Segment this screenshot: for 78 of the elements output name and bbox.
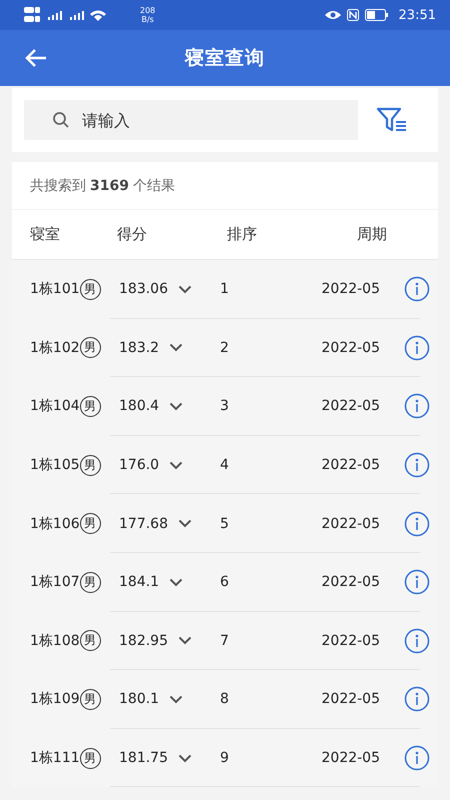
battery-icon — [364, 9, 389, 21]
period-value: 2022-05 — [320, 398, 380, 414]
chevron-down-icon[interactable] — [169, 343, 184, 352]
column-header: 周期 — [356, 225, 387, 244]
room-number: 1栋101 — [30, 280, 80, 298]
column-header: 得分 — [116, 225, 148, 244]
gender-badge: 男 — [80, 454, 101, 476]
period-value: 2022-05 — [320, 750, 380, 766]
gender-badge: 男 — [80, 337, 101, 358]
column-header: 寝室 — [29, 225, 61, 244]
info-icon[interactable] — [404, 334, 430, 361]
gender-badge: 男 — [80, 572, 101, 593]
score-value: 184.1 — [119, 574, 160, 590]
eye-icon — [324, 10, 341, 20]
info-icon[interactable] — [404, 393, 430, 420]
room-number: 1栋107 — [30, 573, 80, 592]
info-icon[interactable] — [404, 510, 430, 537]
rank-value: 8 — [219, 691, 230, 708]
rank-value: 1 — [219, 281, 230, 298]
room-number: 1栋106 — [30, 514, 80, 533]
chevron-down-icon[interactable] — [169, 402, 184, 411]
rank-value: 5 — [219, 516, 230, 532]
room-number: 1栋109 — [30, 690, 80, 708]
result-count: 共搜索到 3169 个结果 — [12, 162, 438, 209]
period-value: 2022-05 — [320, 574, 380, 590]
gender-badge: 男 — [80, 688, 101, 710]
score-value: 181.75 — [119, 750, 168, 766]
chevron-down-icon[interactable] — [178, 519, 192, 528]
back-arrow-icon[interactable] — [24, 48, 48, 68]
info-icon[interactable] — [404, 745, 430, 772]
rank-value: 3 — [219, 398, 230, 414]
score-value: 180.4 — [119, 398, 160, 414]
score-value: 177.68 — [119, 516, 168, 532]
info-icon[interactable] — [404, 452, 430, 478]
score-value: 182.95 — [119, 632, 168, 649]
search-icon — [52, 111, 70, 129]
chevron-down-icon[interactable] — [169, 460, 184, 470]
score-value: 183.2 — [119, 340, 160, 356]
room-number: 1栋102 — [30, 338, 80, 357]
chevron-down-icon[interactable] — [178, 284, 192, 294]
gender-badge: 男 — [80, 278, 101, 300]
room-number: 1栋104 — [30, 397, 80, 416]
period-value: 2022-05 — [320, 340, 380, 356]
period-value: 2022-05 — [320, 457, 380, 474]
room-number: 1栋105 — [30, 456, 80, 474]
chevron-down-icon[interactable] — [178, 636, 192, 646]
score-value: 183.06 — [119, 281, 168, 298]
page-title: 寝室查询 — [185, 46, 265, 71]
column-header: 排序 — [226, 225, 258, 244]
period-value: 2022-05 — [320, 516, 380, 532]
chevron-down-icon[interactable] — [169, 578, 184, 587]
room-number: 1栋108 — [30, 632, 80, 650]
gender-badge: 男 — [80, 630, 101, 652]
rank-value: 6 — [219, 574, 230, 590]
score-value: 176.0 — [119, 457, 160, 474]
score-value: 180.1 — [119, 691, 160, 708]
room-number: 1栋111 — [30, 749, 80, 768]
clock-time: 23:51 — [398, 8, 436, 22]
info-icon[interactable] — [404, 628, 430, 654]
rank-value: 4 — [219, 457, 230, 474]
period-value: 2022-05 — [320, 632, 380, 649]
period-value: 2022-05 — [320, 281, 380, 298]
gender-badge: 男 — [80, 396, 101, 417]
info-icon[interactable] — [404, 569, 430, 596]
rank-value: 7 — [219, 632, 230, 649]
chevron-down-icon[interactable] — [178, 754, 192, 763]
network-speed: 208 B/s — [140, 6, 156, 24]
gender-badge: 男 — [80, 748, 101, 769]
filter-icon[interactable] — [376, 106, 408, 134]
period-value: 2022-05 — [320, 691, 380, 708]
rank-value: 2 — [219, 340, 230, 356]
gender-badge: 男 — [80, 513, 101, 534]
rank-value: 9 — [219, 750, 230, 766]
search-field[interactable]: 请输入 — [24, 100, 358, 140]
info-icon[interactable] — [404, 686, 430, 712]
nfc-icon — [346, 9, 359, 21]
chevron-down-icon[interactable] — [169, 694, 184, 704]
info-icon[interactable] — [404, 276, 430, 302]
